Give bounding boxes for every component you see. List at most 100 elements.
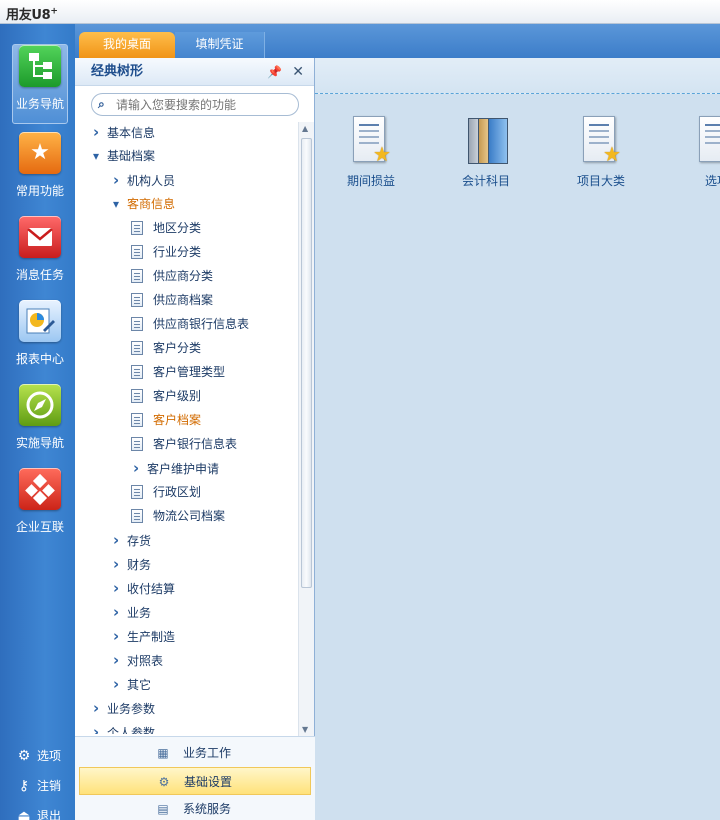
tree-leaf-item[interactable]: 供应商档案	[131, 290, 213, 310]
module-system-service[interactable]: ▤ 系统服务	[79, 795, 311, 820]
tree-leaf-item[interactable]: 客户档案	[131, 410, 201, 430]
tab-my-desktop[interactable]: 我的桌面	[79, 32, 175, 58]
logout-button[interactable]: ⚷ 注销	[16, 776, 61, 796]
document-icon	[131, 221, 143, 235]
report-icon	[19, 300, 61, 342]
tree-leaf-item[interactable]: 行政区划	[131, 482, 201, 502]
tab-strip: 我的桌面 填制凭证	[75, 24, 720, 58]
envelope-icon	[19, 216, 61, 258]
tree-item-label: 客户管理类型	[153, 365, 226, 379]
books-icon	[466, 116, 508, 166]
search-input[interactable]	[116, 96, 292, 113]
tree-item-label: 业务参数	[107, 702, 156, 716]
tree-folder-item[interactable]: › 其它	[113, 674, 151, 694]
tree-folder-item[interactable]: › 存货	[113, 530, 151, 550]
chevron-down-icon[interactable]: ▾	[113, 194, 127, 214]
tree-item-label: 供应商银行信息表	[153, 317, 250, 331]
tree-folder-item[interactable]: › 客户维护申请	[133, 458, 219, 478]
tree-folder-item[interactable]: › 业务参数	[93, 698, 155, 718]
module-business-work[interactable]: ▦ 业务工作	[79, 739, 311, 767]
tree-folder-item[interactable]: › 对照表	[113, 650, 163, 670]
module-basic-settings[interactable]: ⚙ 基础设置	[79, 767, 311, 795]
document-icon	[131, 509, 143, 523]
document-star-icon: ★	[351, 116, 391, 166]
tree-folder-item[interactable]: ▾ 基础档案	[93, 146, 155, 166]
nav-item-business-navigation[interactable]: 业务导航 ▾	[12, 44, 86, 124]
chevron-right-icon[interactable]: ›	[133, 458, 147, 478]
exit-button[interactable]: ⏏ 退出	[16, 806, 61, 820]
tree-folder-item[interactable]: › 个人参数	[93, 722, 155, 734]
nav-label: 企业互联	[15, 520, 64, 534]
close-icon[interactable]: ✕	[292, 58, 304, 86]
nav-item-report-center[interactable]: 报表中心	[12, 300, 68, 380]
document-icon	[131, 245, 143, 259]
document-icon	[131, 365, 143, 379]
tree-folder-item[interactable]: › 生产制造	[113, 626, 175, 646]
document-star-icon: ★	[581, 116, 621, 166]
tree-leaf-item[interactable]: 客户银行信息表	[131, 434, 237, 454]
nav-item-enterprise-connect[interactable]: 企业互联	[12, 468, 68, 548]
desktop-icon-project-category[interactable]: ★ 项目大类	[561, 116, 641, 189]
options-button[interactable]: ⚙ 选项	[16, 746, 61, 766]
tree-leaf-item[interactable]: 客户级别	[131, 386, 201, 406]
title-bar: 用友U8+	[0, 0, 720, 24]
tree-folder-item[interactable]: › 业务	[113, 602, 151, 622]
tree-leaf-item[interactable]: 客户分类	[131, 338, 201, 358]
pin-icon[interactable]: 📌	[267, 58, 282, 86]
nav-label: 消息任务	[15, 268, 64, 282]
tree-item-label: 客商信息	[127, 197, 176, 211]
tree-scrollbar[interactable]: ▲ ▼	[298, 122, 314, 736]
gear-icon: ⚙	[17, 748, 31, 764]
tree-folder-item[interactable]: › 收付结算	[113, 578, 175, 598]
document-icon	[131, 293, 143, 307]
chevron-down-icon[interactable]: ▾	[93, 146, 107, 166]
desktop-icon-period-profit-loss[interactable]: ★ 期间损益	[331, 116, 411, 189]
nav-item-message-tasks[interactable]: 消息任务	[12, 216, 68, 296]
tree-item-label: 行业分类	[153, 245, 202, 259]
tree-item-label: 基础档案	[107, 149, 156, 163]
tree-leaf-item[interactable]: 地区分类	[131, 218, 201, 238]
chevron-right-icon[interactable]: ›	[113, 530, 127, 550]
scroll-up-icon[interactable]: ▲	[302, 124, 308, 133]
document-icon	[131, 341, 143, 355]
chevron-right-icon[interactable]: ›	[113, 578, 127, 598]
tab-fill-voucher[interactable]: 填制凭证	[175, 32, 265, 58]
tree-leaf-item[interactable]: 物流公司档案	[131, 506, 225, 526]
tree-leaf-item[interactable]: 客户管理类型	[131, 362, 225, 382]
tree-item-label: 财务	[127, 558, 152, 572]
chevron-right-icon[interactable]: ›	[113, 602, 127, 622]
workflow-icon: ▦	[157, 746, 169, 760]
desktop-header-band	[315, 58, 720, 94]
tree-leaf-item[interactable]: 供应商分类	[131, 266, 213, 286]
tree-item-label: 供应商档案	[153, 293, 214, 307]
chevron-right-icon[interactable]: ›	[113, 674, 127, 694]
chevron-right-icon[interactable]: ›	[93, 698, 107, 718]
desktop-icon-accounting-subjects[interactable]: 会计科目	[446, 116, 526, 189]
nav-item-common-functions[interactable]: ★ 常用功能	[12, 132, 68, 212]
chevron-right-icon[interactable]: ›	[113, 554, 127, 574]
tree-panel-title: 经典树形	[91, 64, 144, 79]
scroll-down-icon[interactable]: ▼	[302, 725, 308, 734]
tree-folder-item[interactable]: › 财务	[113, 554, 151, 574]
tree-folder-item[interactable]: › 基本信息	[93, 122, 155, 142]
nav-item-implementation-navigation[interactable]: 实施导航	[12, 384, 68, 464]
nav-label: 实施导航	[15, 436, 64, 450]
chevron-right-icon[interactable]: ›	[113, 650, 127, 670]
chevron-right-icon[interactable]: ›	[113, 170, 127, 190]
left-navigation: 业务导航 ▾ ★ 常用功能 消息任务 报表中心	[0, 24, 86, 820]
nav-label: 报表中心	[15, 352, 64, 366]
tree-folder-item[interactable]: › 机构人员	[113, 170, 175, 190]
chevron-right-icon[interactable]: ›	[113, 626, 127, 646]
scrollbar-thumb[interactable]	[301, 138, 312, 588]
desktop-icon-options[interactable]: ★ 选项	[677, 116, 720, 189]
document-icon	[131, 437, 143, 451]
chevron-right-icon[interactable]: ›	[93, 122, 107, 142]
tree-item-label: 物流公司档案	[153, 509, 226, 523]
tree-folder-item[interactable]: ▾ 客商信息	[113, 194, 175, 214]
tree-item-label: 机构人员	[127, 174, 176, 188]
compass-icon	[19, 384, 61, 426]
tree-leaf-item[interactable]: 供应商银行信息表	[131, 314, 249, 334]
key-icon: ⚷	[18, 778, 30, 794]
tree-leaf-item[interactable]: 行业分类	[131, 242, 201, 262]
chevron-right-icon[interactable]: ›	[93, 722, 107, 734]
